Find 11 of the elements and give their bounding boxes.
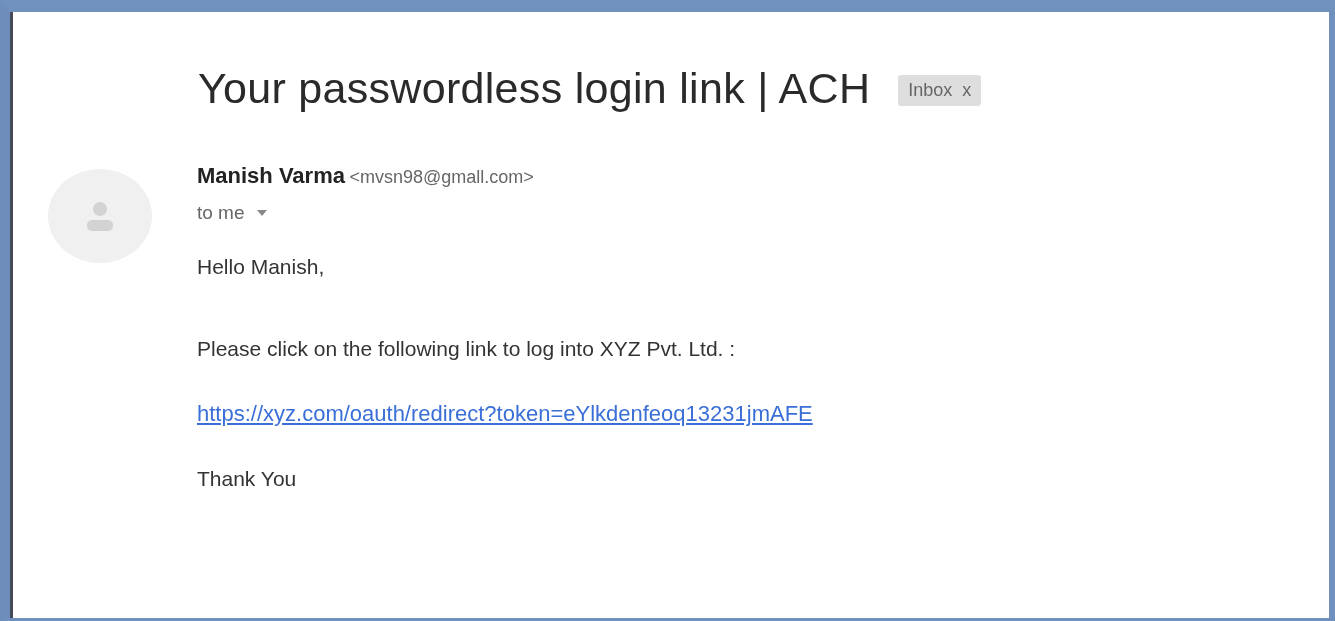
login-link[interactable]: https://xyz.com/oauth/redirect?token=eYlkdenfeoq13231jmAFE (197, 401, 813, 426)
body-paragraph: Hello Manish, (197, 255, 326, 279)
remove-label-button[interactable]: x (962, 80, 972, 101)
body-paragraph: Thank You (197, 467, 298, 491)
email-subject: Your passwordless login link | ACH (198, 64, 871, 113)
recipient-text: to me (197, 202, 245, 224)
body-paragraph: Please click on the following link to log into XYZ Pvt. Ltd. : (197, 337, 737, 361)
caret-icon[interactable] (256, 210, 267, 216)
inbox-label: Inbox x (898, 75, 982, 106)
sender-name: Manish Varma (197, 163, 345, 188)
sender-email: <mvsn98@gmall.com> (349, 167, 534, 187)
